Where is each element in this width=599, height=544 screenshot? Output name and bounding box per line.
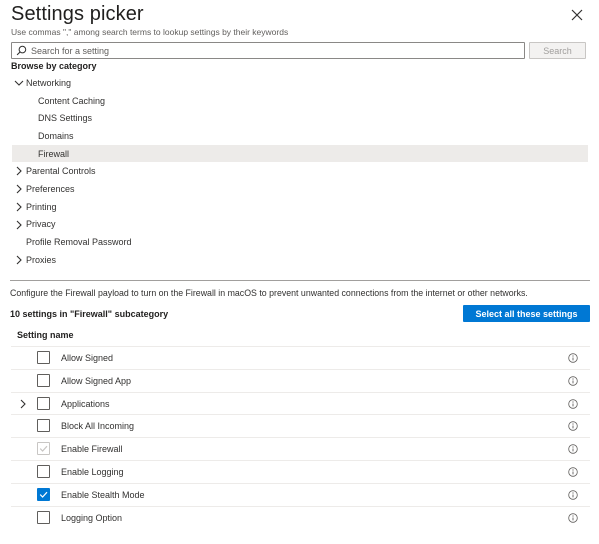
tree-item-preferences[interactable]: Preferences bbox=[12, 180, 588, 198]
settings-table: Allow Signed Allow Signed App Applications… bbox=[11, 346, 590, 528]
tree-item-domains[interactable]: Domains bbox=[12, 127, 588, 145]
divider bbox=[10, 280, 590, 281]
setting-row: Allow Signed App bbox=[11, 368, 590, 392]
chevron-right-icon bbox=[16, 220, 22, 229]
tree-item-proxies[interactable]: Proxies bbox=[12, 251, 588, 269]
tree-item-profile-removal-password[interactable]: Profile Removal Password bbox=[12, 233, 588, 251]
chevron-right-icon[interactable] bbox=[14, 220, 24, 230]
setting-name: Applications bbox=[61, 398, 110, 409]
chevron-right-icon[interactable] bbox=[14, 202, 24, 212]
tree-item-privacy[interactable]: Privacy bbox=[12, 216, 588, 234]
tree-item-content-caching[interactable]: Content Caching bbox=[12, 92, 588, 110]
setting-checkbox[interactable] bbox=[37, 510, 50, 524]
tree-item-label: Domains bbox=[38, 130, 74, 141]
info-button[interactable] bbox=[568, 444, 578, 454]
info-button[interactable] bbox=[568, 490, 578, 500]
subcategory-description: Configure the Firewall payload to turn o… bbox=[10, 288, 528, 298]
chevron-down-icon bbox=[14, 80, 24, 86]
setting-checkbox[interactable] bbox=[37, 396, 50, 410]
info-icon bbox=[568, 353, 578, 363]
browse-by-category-label: Browse by category bbox=[11, 61, 97, 71]
setting-name: Logging Option bbox=[61, 512, 123, 523]
setting-name: Block All Incoming bbox=[61, 421, 135, 432]
setting-row: Applications bbox=[11, 391, 590, 415]
setting-checkbox[interactable] bbox=[37, 464, 50, 478]
settings-count-label: 10 settings in "Firewall" subcategory bbox=[10, 309, 169, 319]
tree-item-printing[interactable]: Printing bbox=[12, 198, 588, 216]
tree-item-label: Preferences bbox=[26, 183, 75, 194]
setting-row: Enable Stealth Mode bbox=[11, 482, 590, 506]
setting-checkbox bbox=[37, 442, 50, 456]
setting-checkbox[interactable] bbox=[37, 351, 50, 364]
chevron-right-icon bbox=[16, 255, 22, 265]
checkmark-icon bbox=[39, 491, 48, 498]
chevron-right-icon bbox=[16, 167, 22, 176]
info-button[interactable] bbox=[568, 353, 578, 363]
setting-name: Allow Signed App bbox=[61, 375, 132, 386]
tree-item-label: Firewall bbox=[38, 148, 70, 159]
tree-item-label: Content Caching bbox=[38, 95, 106, 106]
tree-item-label: Proxies bbox=[26, 254, 57, 265]
tree-item-label: Privacy bbox=[26, 219, 56, 230]
info-button[interactable] bbox=[568, 421, 578, 432]
search-button[interactable]: Search bbox=[529, 42, 586, 59]
info-icon bbox=[568, 490, 578, 500]
setting-row: Enable Logging bbox=[11, 459, 590, 483]
setting-checkbox[interactable] bbox=[37, 487, 50, 501]
info-icon bbox=[568, 512, 578, 523]
info-button[interactable] bbox=[568, 376, 578, 386]
setting-name: Enable Firewall bbox=[61, 444, 123, 455]
setting-name: Enable Stealth Mode bbox=[61, 489, 145, 500]
setting-checkbox[interactable] bbox=[37, 373, 50, 387]
tree-item-dns-settings[interactable]: DNS Settings bbox=[12, 109, 588, 127]
page-title: Settings picker bbox=[11, 3, 144, 25]
info-button[interactable] bbox=[568, 512, 578, 523]
chevron-right-icon bbox=[16, 184, 22, 194]
search-icon bbox=[16, 45, 27, 56]
chevron-right-icon bbox=[20, 399, 26, 408]
setting-row: Enable Firewall bbox=[11, 437, 590, 460]
chevron-right-icon[interactable] bbox=[14, 255, 24, 265]
category-tree: Networking Content Caching DNS Settings Dom… bbox=[12, 74, 588, 269]
tree-item-label: Profile Removal Password bbox=[26, 237, 132, 248]
chevron-down-icon[interactable] bbox=[14, 78, 24, 88]
select-all-button[interactable]: Select all these settings bbox=[463, 305, 590, 322]
chevron-right-icon[interactable] bbox=[14, 166, 24, 176]
setting-row: Logging Option bbox=[11, 505, 590, 529]
chevron-right-icon bbox=[16, 202, 22, 212]
search-input[interactable] bbox=[31, 45, 524, 56]
tree-item-label: Networking bbox=[26, 77, 72, 88]
setting-row: Allow Signed bbox=[11, 346, 590, 369]
close-icon bbox=[571, 9, 583, 21]
tree-item-label: Printing bbox=[26, 201, 57, 212]
setting-name: Enable Logging bbox=[61, 466, 124, 477]
info-icon bbox=[568, 444, 578, 454]
chevron-right-icon[interactable] bbox=[14, 184, 24, 194]
search-box[interactable] bbox=[11, 42, 525, 59]
info-button[interactable] bbox=[568, 467, 578, 477]
tree-item-parental-controls[interactable]: Parental Controls bbox=[12, 162, 588, 180]
info-button[interactable] bbox=[568, 398, 578, 409]
info-icon bbox=[568, 398, 578, 409]
setting-row: Block All Incoming bbox=[11, 414, 590, 437]
expand-row-button[interactable] bbox=[18, 399, 28, 409]
info-icon bbox=[568, 376, 578, 386]
setting-checkbox[interactable] bbox=[37, 419, 50, 433]
tree-item-networking[interactable]: Networking bbox=[12, 74, 588, 92]
info-icon bbox=[568, 467, 578, 477]
setting-name: Allow Signed bbox=[61, 353, 114, 363]
tree-item-label: DNS Settings bbox=[38, 113, 93, 124]
column-header-setting-name: Setting name bbox=[17, 330, 74, 340]
tree-item-firewall[interactable]: Firewall bbox=[12, 144, 588, 163]
close-button[interactable] bbox=[570, 8, 584, 22]
page-subtitle: Use commas "," among search terms to loo… bbox=[11, 27, 289, 37]
tree-item-label: Parental Controls bbox=[26, 166, 96, 177]
info-icon bbox=[568, 421, 578, 432]
checkmark-icon bbox=[39, 445, 48, 453]
